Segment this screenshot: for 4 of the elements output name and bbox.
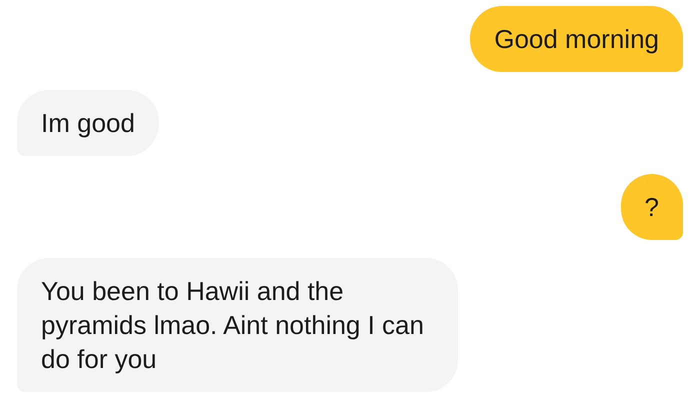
message-bubble: Im good [17,90,159,156]
message-bubble: You been to Hawii and the pyramids lmao. Aint nothing I can do for you [17,258,458,392]
message-bubble: ? [620,174,683,240]
message-bubble: Good morning [470,6,683,72]
